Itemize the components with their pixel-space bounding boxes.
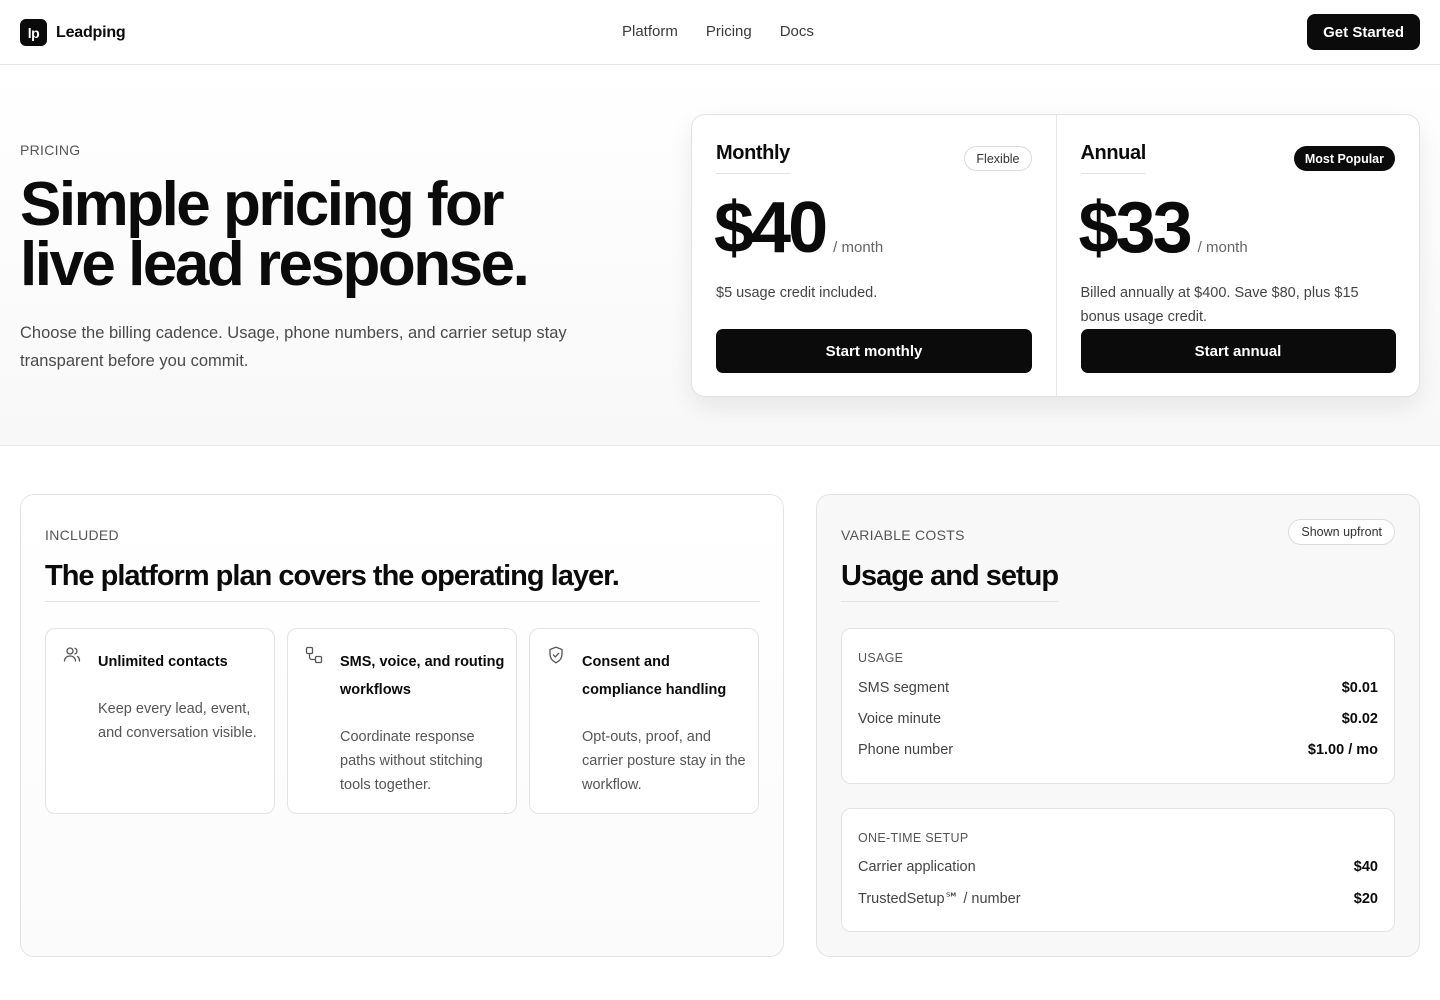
feature-title: Unlimited contacts xyxy=(98,654,228,670)
plan-monthly: Monthly Flexible $40 / month $5 usage cr… xyxy=(692,115,1056,396)
nav-pricing[interactable]: Pricing xyxy=(706,23,752,40)
start-annual-button[interactable]: Start annual xyxy=(1080,329,1396,373)
plan-badge: Most Popular xyxy=(1293,146,1395,171)
logo-mark: lp xyxy=(20,19,47,46)
usage-box: USAGE SMS segment $0.01 Voice minute $0.… xyxy=(841,628,1395,784)
start-monthly-button[interactable]: Start monthly xyxy=(716,329,1032,373)
cost-value: $0.02 xyxy=(1341,711,1378,727)
cost-name: TrustedSetup℠ / number xyxy=(858,891,1021,907)
shield-check-icon xyxy=(549,646,563,664)
brand-name: Leadping xyxy=(56,23,126,41)
plan-name: Annual xyxy=(1080,142,1146,174)
usage-label: USAGE xyxy=(858,651,904,665)
users-icon xyxy=(63,647,81,662)
costs-eyebrow: VARIABLE COSTS xyxy=(841,527,965,543)
get-started-button[interactable]: Get Started xyxy=(1307,14,1420,50)
cost-value: $1.00 / mo xyxy=(1307,742,1378,758)
plan-price: $40 / month xyxy=(714,188,883,268)
brand-logo[interactable]: lp Leadping xyxy=(20,19,126,46)
hero-eyebrow: PRICING xyxy=(20,142,81,158)
cost-row: Voice minute $0.02 xyxy=(858,711,1378,727)
hero-subtitle: Choose the billing cadence. Usage, phone… xyxy=(20,324,567,370)
price-amount: $40 xyxy=(714,188,828,268)
feature-description: Coordinate response paths without stitch… xyxy=(340,729,483,793)
plan-note: Billed annually at $400. Save $80, plus … xyxy=(1080,285,1359,325)
feature-card: Unlimited contacts Keep every lead, even… xyxy=(45,628,275,814)
cost-row: TrustedSetup℠ / number $20 xyxy=(858,891,1378,907)
included-title: The platform plan covers the operating l… xyxy=(45,560,760,602)
cost-value: $0.01 xyxy=(1341,680,1378,696)
price-period: / month xyxy=(833,239,884,256)
feature-title: Consent and compliance handling xyxy=(582,654,727,698)
main-nav: Platform Pricing Docs xyxy=(622,23,814,40)
setup-box: ONE-TIME SETUP Carrier application $40 T… xyxy=(841,808,1395,932)
cost-row: Carrier application $40 xyxy=(858,859,1378,875)
workflow-icon xyxy=(305,646,323,664)
cost-row: SMS segment $0.01 xyxy=(858,680,1378,696)
details-section: INCLUDED The platform plan covers the op… xyxy=(0,446,1440,1000)
cost-value: $40 xyxy=(1353,859,1378,875)
price-amount: $33 xyxy=(1078,188,1193,268)
pricing-hero: PRICING Simple pricing for live lead res… xyxy=(0,65,1440,446)
included-eyebrow: INCLUDED xyxy=(45,527,119,543)
shown-upfront-badge: Shown upfront xyxy=(1288,519,1395,545)
setup-label: ONE-TIME SETUP xyxy=(858,831,969,845)
plan-price: $33 / month xyxy=(1079,188,1248,268)
feature-description: Opt-outs, proof, and carrier posture sta… xyxy=(582,729,746,793)
feature-list: Unlimited contacts Keep every lead, even… xyxy=(45,628,759,814)
variable-costs-card: VARIABLE COSTS Shown upfront Usage and s… xyxy=(816,494,1420,957)
plan-note: $5 usage credit included. xyxy=(716,285,878,301)
cost-name: Phone number xyxy=(858,742,954,758)
cost-name: SMS segment xyxy=(858,680,950,696)
cost-row: Phone number $1.00 / mo xyxy=(858,742,1378,758)
feature-title: SMS, voice, and routing workflows xyxy=(340,654,505,698)
plan-name: Monthly xyxy=(716,142,790,174)
feature-description: Keep every lead, event, and conversation… xyxy=(98,701,257,741)
hero-title: Simple pricing for live lead response. xyxy=(20,174,580,296)
plan-annual: Annual Most Popular $33 / month Billed a… xyxy=(1055,115,1420,396)
hero-title-line-1: Simple pricing for xyxy=(20,170,505,239)
plan-badge: Flexible xyxy=(964,146,1032,171)
site-header: lp Leadping Platform Pricing Docs Get St… xyxy=(0,0,1440,65)
included-card: INCLUDED The platform plan covers the op… xyxy=(20,494,784,957)
feature-card: SMS, voice, and routing workflows Coordi… xyxy=(287,628,517,814)
nav-platform[interactable]: Platform xyxy=(622,23,678,40)
plan-cards: Monthly Flexible $40 / month $5 usage cr… xyxy=(691,114,1420,397)
feature-card: Consent and compliance handling Opt-outs… xyxy=(529,628,759,814)
hero-title-line-2: live lead response. xyxy=(20,230,530,299)
cost-name: Voice minute xyxy=(858,711,942,727)
costs-title: Usage and setup xyxy=(841,560,1059,602)
cost-name: Carrier application xyxy=(858,859,976,875)
cost-value: $20 xyxy=(1353,891,1378,907)
nav-docs[interactable]: Docs xyxy=(780,23,814,40)
price-period: / month xyxy=(1197,239,1248,256)
